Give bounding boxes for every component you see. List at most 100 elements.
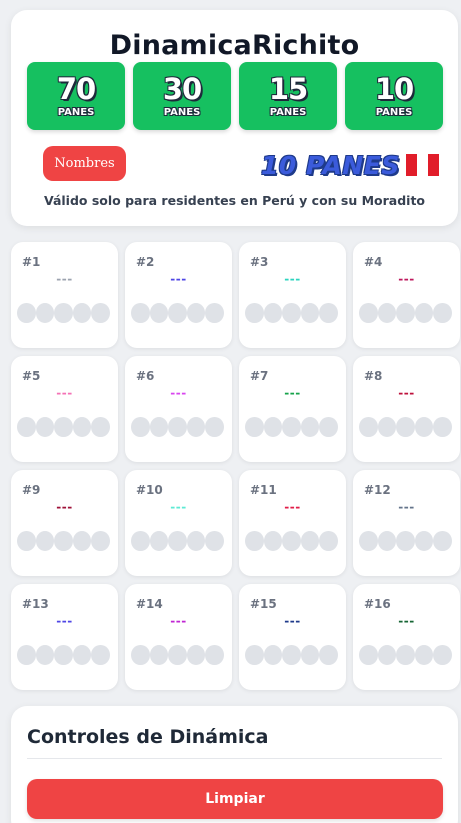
selected-pack-indicator: 10 PANES xyxy=(261,150,439,180)
empty-slot xyxy=(263,303,282,323)
empty-slot xyxy=(263,531,282,551)
empty-slot xyxy=(300,303,319,323)
controls-title: Controles de Dinámica xyxy=(27,726,269,748)
cell-value: --- xyxy=(398,500,415,514)
empty-slot xyxy=(282,417,301,437)
cell-dots xyxy=(359,531,452,551)
grid-cell[interactable]: #16 --- xyxy=(353,584,460,690)
empty-slot xyxy=(433,417,452,437)
grid-cell[interactable]: #7 --- xyxy=(239,356,346,462)
empty-slot xyxy=(263,417,282,437)
grid-cell[interactable]: #1 --- xyxy=(11,242,118,348)
clear-button[interactable]: Limpiar xyxy=(27,779,443,819)
empty-slot xyxy=(205,417,224,437)
grid-cell[interactable]: #2 --- xyxy=(125,242,232,348)
empty-slot xyxy=(414,303,433,323)
empty-slot xyxy=(433,531,452,551)
empty-slot xyxy=(35,531,54,551)
grid-cell[interactable]: #13 --- xyxy=(11,584,118,690)
empty-slot xyxy=(319,531,338,551)
cell-value: --- xyxy=(170,614,187,628)
cell-number: #9 xyxy=(22,483,41,497)
empty-slot xyxy=(168,645,187,665)
grid-cell[interactable]: #3 --- xyxy=(239,242,346,348)
empty-slot xyxy=(17,417,36,437)
empty-slot xyxy=(300,531,319,551)
pack-number: 30 xyxy=(162,72,202,106)
empty-slot xyxy=(433,645,452,665)
grid-cell[interactable]: #9 --- xyxy=(11,470,118,576)
grid-cell[interactable]: #15 --- xyxy=(239,584,346,690)
pack-option-30[interactable]: 30 PANES xyxy=(133,62,231,130)
cell-value: --- xyxy=(170,386,187,400)
grid-cell[interactable]: #12 --- xyxy=(353,470,460,576)
empty-slot xyxy=(205,303,224,323)
empty-slot xyxy=(91,531,110,551)
pack-option-15[interactable]: 15 PANES xyxy=(239,62,337,130)
empty-slot xyxy=(131,645,150,665)
empty-slot xyxy=(396,417,415,437)
cell-value: --- xyxy=(284,614,301,628)
pack-number: 70 xyxy=(56,72,96,106)
pack-options: 70 PANES 30 PANES 15 PANES 10 PANES xyxy=(27,62,443,130)
pack-number: 10 xyxy=(374,72,414,106)
empty-slot xyxy=(396,303,415,323)
app-title: DinamicaRichito xyxy=(109,30,360,61)
grid-cell[interactable]: #14 --- xyxy=(125,584,232,690)
empty-slot xyxy=(433,303,452,323)
cell-value: --- xyxy=(56,272,73,286)
grid-cell[interactable]: #10 --- xyxy=(125,470,232,576)
header-card: DinamicaRichito 70 PANES 30 PANES 15 PAN… xyxy=(11,10,458,226)
empty-slot xyxy=(245,531,264,551)
empty-slot xyxy=(72,303,91,323)
cell-dots xyxy=(131,531,224,551)
cell-number: #15 xyxy=(250,597,277,611)
empty-slot xyxy=(149,531,168,551)
grid-cell[interactable]: #8 --- xyxy=(353,356,460,462)
empty-slot xyxy=(186,645,205,665)
cell-number: #7 xyxy=(250,369,269,383)
empty-slot xyxy=(131,303,150,323)
empty-slot xyxy=(35,645,54,665)
empty-slot xyxy=(54,645,73,665)
grid-cell[interactable]: #4 --- xyxy=(353,242,460,348)
cell-value: --- xyxy=(284,272,301,286)
empty-slot xyxy=(205,645,224,665)
cell-value: --- xyxy=(398,272,415,286)
empty-slot xyxy=(186,417,205,437)
empty-slot xyxy=(359,645,378,665)
empty-slot xyxy=(186,531,205,551)
empty-slot xyxy=(72,531,91,551)
empty-slot xyxy=(168,303,187,323)
cell-dots xyxy=(131,303,224,323)
pack-option-10[interactable]: 10 PANES xyxy=(345,62,443,130)
empty-slot xyxy=(359,531,378,551)
empty-slot xyxy=(205,531,224,551)
empty-slot xyxy=(263,645,282,665)
pack-unit: PANES xyxy=(163,107,201,118)
grid-cell[interactable]: #11 --- xyxy=(239,470,346,576)
cell-value: --- xyxy=(170,500,187,514)
empty-slot xyxy=(245,645,264,665)
cell-value: --- xyxy=(56,386,73,400)
empty-slot xyxy=(54,417,73,437)
empty-slot xyxy=(131,531,150,551)
grid-cell[interactable]: #5 --- xyxy=(11,356,118,462)
empty-slot xyxy=(17,645,36,665)
empty-slot xyxy=(72,645,91,665)
nombres-button[interactable]: Nombres xyxy=(43,146,126,181)
cell-value: --- xyxy=(398,614,415,628)
cell-value: --- xyxy=(284,386,301,400)
pack-option-70[interactable]: 70 PANES xyxy=(27,62,125,130)
empty-slot xyxy=(131,417,150,437)
empty-slot xyxy=(168,417,187,437)
disclaimer-text: Válido solo para residentes en Perú y co… xyxy=(43,193,426,208)
empty-slot xyxy=(149,303,168,323)
cell-number: #4 xyxy=(364,255,383,269)
empty-slot xyxy=(414,417,433,437)
empty-slot xyxy=(300,645,319,665)
grid-cell[interactable]: #6 --- xyxy=(125,356,232,462)
peru-flag-icon xyxy=(405,154,439,176)
empty-slot xyxy=(282,531,301,551)
cell-number: #5 xyxy=(22,369,41,383)
